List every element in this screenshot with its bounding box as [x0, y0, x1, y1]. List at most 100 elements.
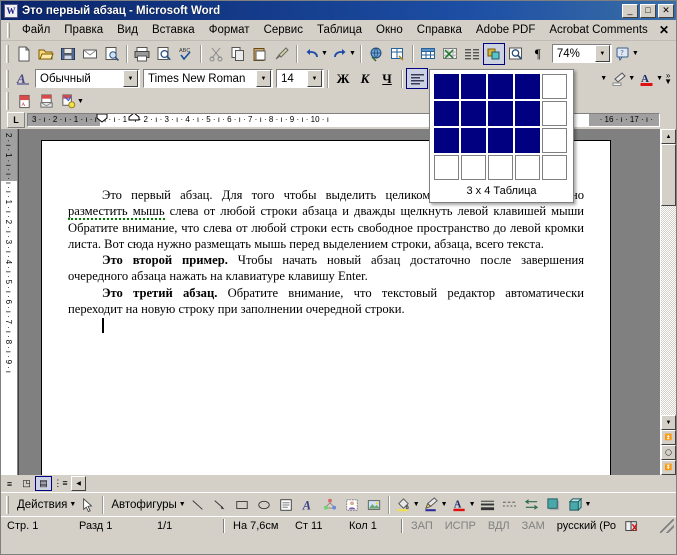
- grid-cell[interactable]: [461, 74, 486, 99]
- menu-item-table[interactable]: Таблица: [310, 22, 369, 38]
- print-layout-view-icon[interactable]: ▤: [35, 476, 52, 491]
- grid-cell[interactable]: [542, 155, 567, 180]
- 3d-style-icon[interactable]: [565, 494, 587, 516]
- status-extend-mode[interactable]: ВДЛ: [482, 520, 516, 532]
- horizontal-scrollbar[interactable]: ◀: [71, 476, 675, 491]
- highlight-dropdown-arrow-icon[interactable]: ▼: [600, 75, 607, 82]
- insert-table-grid-popup[interactable]: 3 x 4 Таблица: [429, 69, 574, 203]
- align-left-icon[interactable]: [406, 68, 428, 89]
- convert-and-email-pdf-icon[interactable]: [35, 92, 57, 110]
- table-grid-row[interactable]: [434, 155, 569, 180]
- select-arrow-icon[interactable]: [77, 494, 99, 516]
- grid-cell[interactable]: [488, 155, 513, 180]
- oval-icon[interactable]: [253, 494, 275, 516]
- hanging-indent-marker[interactable]: [128, 113, 140, 121]
- document-map-icon[interactable]: [505, 43, 527, 65]
- horizontal-scroll-track[interactable]: [86, 476, 675, 491]
- arrow-style-icon[interactable]: [521, 494, 543, 516]
- undo-icon[interactable]: [301, 43, 323, 65]
- dash-style-icon[interactable]: [499, 494, 521, 516]
- menu-item-edit[interactable]: Правка: [57, 22, 110, 38]
- autoshapes-dropdown-arrow-icon[interactable]: ▼: [179, 501, 186, 508]
- drawing-icon[interactable]: [482, 42, 505, 65]
- cut-scissors-icon[interactable]: [205, 43, 227, 65]
- grid-cell[interactable]: [515, 74, 540, 99]
- font-combo[interactable]: Times New Roman ▼: [143, 69, 273, 88]
- zoom-combo[interactable]: 74% ▼: [551, 44, 612, 63]
- grid-cell[interactable]: [515, 128, 540, 153]
- tab-stop-selector[interactable]: L: [7, 112, 25, 128]
- status-language[interactable]: русский (Ро: [551, 520, 622, 532]
- scroll-down-button[interactable]: ▼: [661, 415, 676, 430]
- line-style-icon[interactable]: [477, 494, 499, 516]
- underline-button[interactable]: Ч: [376, 68, 398, 89]
- table-grid-row[interactable]: [434, 74, 569, 99]
- open-folder-icon[interactable]: [35, 43, 57, 65]
- vertical-scroll-track[interactable]: [661, 206, 676, 415]
- grid-cell[interactable]: [461, 101, 486, 126]
- table-grid-row[interactable]: [434, 128, 569, 153]
- menu-bar-grip[interactable]: [7, 22, 10, 38]
- grid-cell[interactable]: [461, 155, 486, 180]
- menu-item-adobe-pdf[interactable]: Adobe PDF: [469, 22, 542, 38]
- spellcheck-book-icon[interactable]: [622, 518, 642, 534]
- grid-cell[interactable]: [542, 74, 567, 99]
- scroll-up-button[interactable]: ▲: [661, 129, 676, 144]
- previous-page-button[interactable]: ⏫: [661, 430, 676, 445]
- help-question-icon[interactable]: ?: [612, 43, 634, 65]
- wordart-icon[interactable]: A: [297, 494, 319, 516]
- arrow-icon[interactable]: [209, 494, 231, 516]
- diagram-icon[interactable]: [319, 494, 341, 516]
- columns-icon[interactable]: [461, 43, 483, 65]
- bold-button[interactable]: Ж: [332, 68, 354, 89]
- grid-cell[interactable]: [461, 128, 486, 153]
- font-dropdown-arrow-icon[interactable]: ▼: [256, 70, 271, 87]
- drawing-toolbar-grip[interactable]: [6, 495, 9, 514]
- paste-icon[interactable]: [249, 43, 271, 65]
- web-layout-view-icon[interactable]: ◳: [18, 476, 35, 491]
- grid-cell[interactable]: [515, 155, 540, 180]
- line-color-icon[interactable]: [421, 494, 443, 516]
- menu-item-format[interactable]: Формат: [202, 22, 257, 38]
- normal-view-icon[interactable]: ≡: [1, 476, 18, 491]
- menu-item-file[interactable]: Файл: [15, 22, 57, 38]
- paragraph-3[interactable]: Это третий абзац. Обратите внимание, что…: [68, 285, 584, 318]
- redo-icon[interactable]: [329, 43, 351, 65]
- grid-cell[interactable]: [434, 74, 459, 99]
- actions-menu-button[interactable]: Действия: [13, 499, 71, 511]
- grid-cell[interactable]: [488, 101, 513, 126]
- style-letter-icon[interactable]: A: [13, 68, 35, 90]
- email-icon[interactable]: [79, 43, 101, 65]
- convert-to-pdf-icon[interactable]: A: [13, 92, 35, 110]
- grid-cell[interactable]: [488, 74, 513, 99]
- insert-table-icon[interactable]: [417, 43, 439, 65]
- menu-item-insert[interactable]: Вставка: [145, 22, 202, 38]
- minimize-button[interactable]: _: [622, 3, 638, 18]
- print-preview-icon[interactable]: [153, 43, 175, 65]
- grid-cell[interactable]: [515, 101, 540, 126]
- menu-item-window[interactable]: Окно: [369, 22, 410, 38]
- close-button[interactable]: ✕: [658, 3, 674, 18]
- line-icon[interactable]: [187, 494, 209, 516]
- font-size-combo[interactable]: 14 ▼: [276, 69, 324, 88]
- outline-view-icon[interactable]: ⋮≡: [52, 476, 69, 491]
- table-grid-row[interactable]: [434, 101, 569, 126]
- rectangle-icon[interactable]: [231, 494, 253, 516]
- pdf-toolbar-grip[interactable]: [6, 92, 9, 110]
- show-formatting-marks-icon[interactable]: ¶: [527, 43, 549, 65]
- format-painter-icon[interactable]: [271, 43, 293, 65]
- save-icon[interactable]: [57, 43, 79, 65]
- menu-item-acrobat-comments[interactable]: Acrobat Comments: [542, 22, 654, 38]
- new-document-icon[interactable]: [13, 43, 35, 65]
- fill-color-icon[interactable]: [393, 494, 415, 516]
- tables-borders-icon[interactable]: [387, 43, 409, 65]
- autoshapes-menu-button[interactable]: Автофигуры: [107, 499, 180, 511]
- grid-cell[interactable]: [542, 128, 567, 153]
- grid-cell[interactable]: [434, 101, 459, 126]
- search-document-icon[interactable]: [101, 43, 123, 65]
- font-color-a-icon[interactable]: A: [636, 68, 658, 90]
- next-page-button[interactable]: ⏬: [661, 460, 676, 475]
- font-color-icon[interactable]: A: [449, 494, 471, 516]
- window-resize-grip[interactable]: [660, 519, 674, 533]
- status-track-changes[interactable]: ИСПР: [439, 520, 482, 532]
